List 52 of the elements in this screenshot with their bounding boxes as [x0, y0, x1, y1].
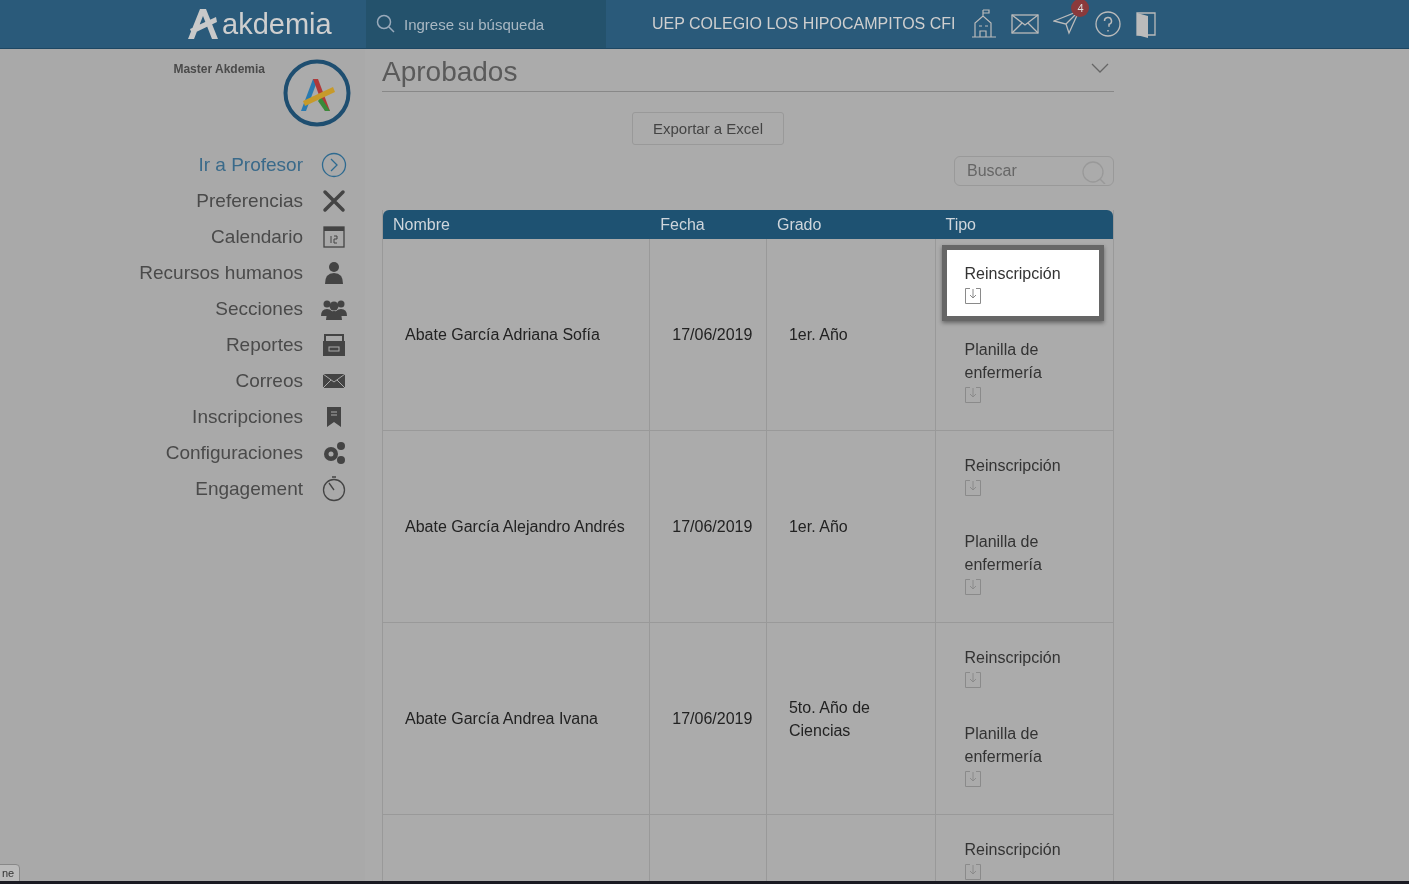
avatar-logo-icon: [283, 59, 351, 127]
search-field[interactable]: Buscar: [954, 156, 1114, 186]
document-type: Reinscripción: [964, 840, 1062, 860]
sidebar-item[interactable]: Recursos humanos: [139, 262, 303, 284]
user-name: Master Akdemia: [173, 62, 265, 78]
date-cell-text: 17/06/2019: [672, 709, 753, 729]
column-header[interactable]: Fecha: [650, 215, 767, 234]
calendar-icon[interactable]: [321, 224, 347, 250]
document-type: Reinscripción: [964, 264, 1062, 284]
document-type: Planilla de enfermería: [964, 724, 1043, 767]
column-header[interactable]: Grado: [766, 215, 936, 234]
notification-badge: 4: [1071, 0, 1090, 17]
school-name: UEP COLEGIO LOS HIPOCAMPITOS CFI: [652, 15, 956, 33]
student-name: Abate García Adriana Sofía: [405, 325, 600, 345]
sidebar-item[interactable]: Calendario: [211, 226, 303, 248]
arrow-circle-icon[interactable]: [321, 152, 347, 178]
sidebar-item[interactable]: Preferencias: [196, 190, 303, 212]
search-icon: [376, 14, 396, 34]
date-cell-text: 17/06/2019: [672, 517, 753, 537]
help-icon[interactable]: [1095, 11, 1122, 37]
exit-door-icon[interactable]: [1135, 10, 1158, 38]
date-cell-text: 17/06/2019: [672, 325, 753, 345]
sidebar-item[interactable]: Correos: [235, 370, 303, 392]
school-icon[interactable]: [971, 9, 998, 39]
grade-cell-text: 5to. Año de Ciencias: [788, 697, 871, 741]
export-button[interactable]: Exportar a Excel: [631, 112, 784, 145]
column-header[interactable]: Tipo: [935, 215, 1113, 234]
sidebar-item[interactable]: Configuraciones: [165, 442, 303, 464]
document-type: Planilla de enfermería: [964, 340, 1043, 383]
grade-cell-text: 1er. Año: [788, 517, 848, 537]
page-title: Aprobados: [382, 55, 518, 89]
sidebar-item[interactable]: Ir a Profesor: [198, 154, 303, 176]
sidebar-item[interactable]: Reportes: [225, 334, 303, 356]
student-name: Abate García Alejandro Andrés: [405, 517, 625, 537]
chevron-down-icon[interactable]: [1091, 63, 1109, 73]
grade-cell-text: 1er. Año: [788, 325, 848, 345]
envelope-icon[interactable]: [1011, 14, 1040, 34]
student-name: Abate García Andrea Ivana: [405, 709, 598, 729]
sidebar-item[interactable]: Inscripciones: [192, 406, 303, 428]
download-icon[interactable]: [964, 288, 981, 304]
search-field[interactable]: Ingrese su búsqueda: [366, 0, 606, 48]
corner-tab[interactable]: ne: [0, 864, 21, 882]
sidebar-item[interactable]: Secciones: [215, 298, 303, 320]
document-type: Reinscripción: [964, 648, 1062, 668]
printer-icon[interactable]: [321, 332, 347, 358]
logo-icon: [186, 7, 220, 41]
sidebar-item[interactable]: Engagement: [195, 478, 303, 500]
column-header[interactable]: Nombre: [383, 215, 651, 234]
stopwatch-icon[interactable]: [321, 476, 347, 502]
logo[interactable]: akdemia: [186, 7, 366, 41]
document-type: Planilla de enfermería: [964, 532, 1043, 575]
document-type: Reinscripción: [964, 456, 1062, 476]
